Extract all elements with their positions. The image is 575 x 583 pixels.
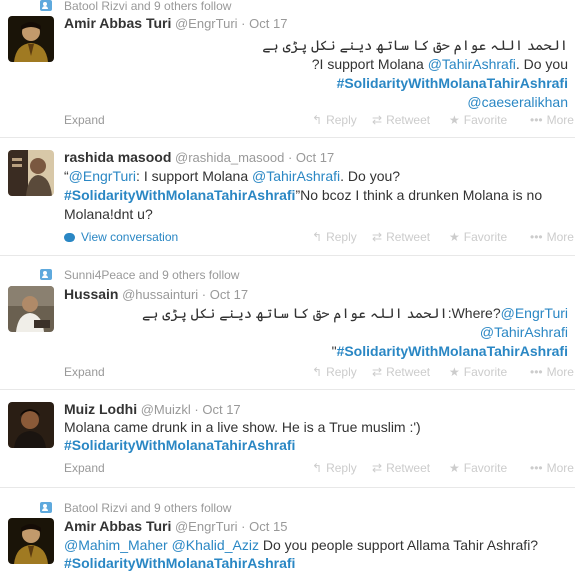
retweet-button[interactable]: ⇄ Retweet [372,229,430,245]
author-handle[interactable]: @Muizkl [141,402,191,417]
author-name[interactable]: Amir Abbas Turi [64,15,171,31]
follow-icon [40,269,52,280]
reply-icon: ↰ [312,230,323,244]
star-icon: ★ [449,365,460,379]
mention-link[interactable]: @caeseralikhan [467,94,568,110]
expand-link[interactable]: Expand [64,112,105,128]
mention-link[interactable]: @Khalid_Aziz [172,537,259,553]
expand-link[interactable]: Expand [64,364,105,380]
tweet-5[interactable]: Batool Rizvi and 9 others follow Amir Ab… [0,488,575,583]
reply-button[interactable]: ↰ Reply [312,364,357,380]
hashtag-link[interactable]: #SolidarityWithMolanaTahirAshrafi [64,437,295,453]
tweet-text-line: #SolidarityWithMolanaTahirAshrafi”No bco… [64,187,543,203]
star-icon: ★ [449,461,460,475]
tweet-date[interactable]: Oct 17 [249,16,287,31]
author-handle[interactable]: @rashida_masood [175,150,284,165]
hashtag-link[interactable]: #SolidarityWithMolanaTahirAshrafi [337,343,568,359]
favorite-button[interactable]: ★ Favorite [449,364,507,380]
conversation-icon [64,233,75,242]
tweet-text-line: #SolidarityWithMolanaTahirAshrafi [337,73,568,93]
tweet-text-line: ?I support Molana @TahirAshrafi. Do you [311,56,568,72]
tweet-text-line: @Mahim_Maher @Khalid_Aziz Do you people … [64,537,539,553]
author-handle[interactable]: @EngrTuri [175,16,238,31]
follow-icon [40,502,52,513]
tweet-text-line: #SolidarityWithMolanaTahirAshrafi [64,435,295,455]
retweet-icon: ⇄ [372,461,383,475]
tweet-2[interactable]: rashida masood @rashida_masood · Oct 17 … [0,138,575,256]
view-conversation-link[interactable]: View conversation [64,229,178,245]
tweet-header: Amir Abbas Turi @EngrTuri · Oct 17 [64,15,288,31]
tweet-text-line: Molana came drunk in a live show. He is … [64,419,421,435]
mention-link[interactable]: @EngrTuri [501,305,568,321]
mention-link[interactable]: @TahirAshrafi [428,56,516,72]
more-button[interactable]: ••• More [530,364,574,380]
more-icon: ••• [530,113,543,127]
mention-link[interactable]: @TahirAshrafi [252,168,340,184]
tweet-4[interactable]: Muiz Lodhi @Muizkl · Oct 17 Molana came … [0,390,575,488]
tweet-3[interactable]: Sunni4Peace and 9 others follow Hussain … [0,256,575,390]
tweet-text-urdu: الحمد اللہ عوام حق کا ساتھ دینے نکل پڑی … [262,37,568,53]
tweet-date[interactable]: Oct 15 [249,519,287,534]
tweet-date[interactable]: Oct 17 [210,287,248,302]
favorite-button[interactable]: ★ Favorite [449,460,507,476]
tweet-date[interactable]: Oct 17 [202,402,240,417]
tweet-text-line: “@EngrTuri: I support Molana @TahirAshra… [64,168,401,184]
tweet-text-line: "#SolidarityWithMolanaTahirAshrafi [331,343,568,359]
hashtag-link[interactable]: #SolidarityWithMolanaTahirAshrafi [64,555,295,571]
reply-icon: ↰ [312,113,323,127]
star-icon: ★ [449,113,460,127]
tweet-header: Hussain @hussainturi · Oct 17 [64,286,249,302]
more-icon: ••• [530,461,543,475]
tweet-header: rashida masood @rashida_masood · Oct 17 [64,149,335,165]
avatar[interactable] [8,16,54,62]
tweet-text-line: الحمد اللہ عوام حق کا ساتھ دینے نکل پڑی … [141,305,568,321]
expand-link[interactable]: Expand [64,460,105,476]
reply-button[interactable]: ↰ Reply [312,112,357,128]
more-button[interactable]: ••• More [530,460,574,476]
reply-icon: ↰ [312,461,323,475]
retweet-icon: ⇄ [372,230,383,244]
mention-link[interactable]: @Mahim_Maher [64,537,168,553]
tweet-text-line: @TahirAshrafi [480,322,568,342]
favorite-button[interactable]: ★ Favorite [449,112,507,128]
tweet-1[interactable]: Batool Rizvi and 9 others follow Amir Ab… [0,0,575,138]
retweet-icon: ⇄ [372,113,383,127]
reply-icon: ↰ [312,365,323,379]
more-icon: ••• [530,365,543,379]
retweet-icon: ⇄ [372,365,383,379]
avatar[interactable] [8,402,54,448]
more-button[interactable]: ••• More [530,229,574,245]
retweet-button[interactable]: ⇄ Retweet [372,364,430,380]
tweet-text-line: #SolidarityWithMolanaTahirAshrafi [64,553,295,573]
hashtag-link[interactable]: #SolidarityWithMolanaTahirAshrafi [64,187,295,203]
retweet-button[interactable]: ⇄ Retweet [372,460,430,476]
star-icon: ★ [449,230,460,244]
avatar[interactable] [8,286,54,332]
tweet-header: Muiz Lodhi @Muizkl · Oct 17 [64,401,241,417]
author-handle[interactable]: @hussainturi [122,287,198,302]
tweet-text-line: Molana!dnt u? [64,206,153,222]
retweet-button[interactable]: ⇄ Retweet [372,112,430,128]
more-button[interactable]: ••• More [530,112,574,128]
mention-link[interactable]: @EngrTuri [69,168,136,184]
avatar[interactable] [8,518,54,564]
author-name[interactable]: Amir Abbas Turi [64,518,171,534]
reply-button[interactable]: ↰ Reply [312,229,357,245]
tweet-text-line: @caeseralikhan [467,92,568,112]
author-handle[interactable]: @EngrTuri [175,519,238,534]
tweet-header: Amir Abbas Turi @EngrTuri · Oct 15 [64,518,288,534]
more-icon: ••• [530,230,543,244]
reply-button[interactable]: ↰ Reply [312,460,357,476]
mention-link[interactable]: @TahirAshrafi [480,324,568,340]
avatar[interactable] [8,150,54,196]
favorite-button[interactable]: ★ Favorite [449,229,507,245]
author-name[interactable]: Hussain [64,286,118,302]
tweet-date[interactable]: Oct 17 [296,150,334,165]
timeline: Batool Rizvi and 9 others follow Amir Ab… [0,0,575,583]
author-name[interactable]: rashida masood [64,149,171,165]
follow-icon [40,0,52,11]
hashtag-link[interactable]: #SolidarityWithMolanaTahirAshrafi [337,75,568,91]
author-name[interactable]: Muiz Lodhi [64,401,137,417]
